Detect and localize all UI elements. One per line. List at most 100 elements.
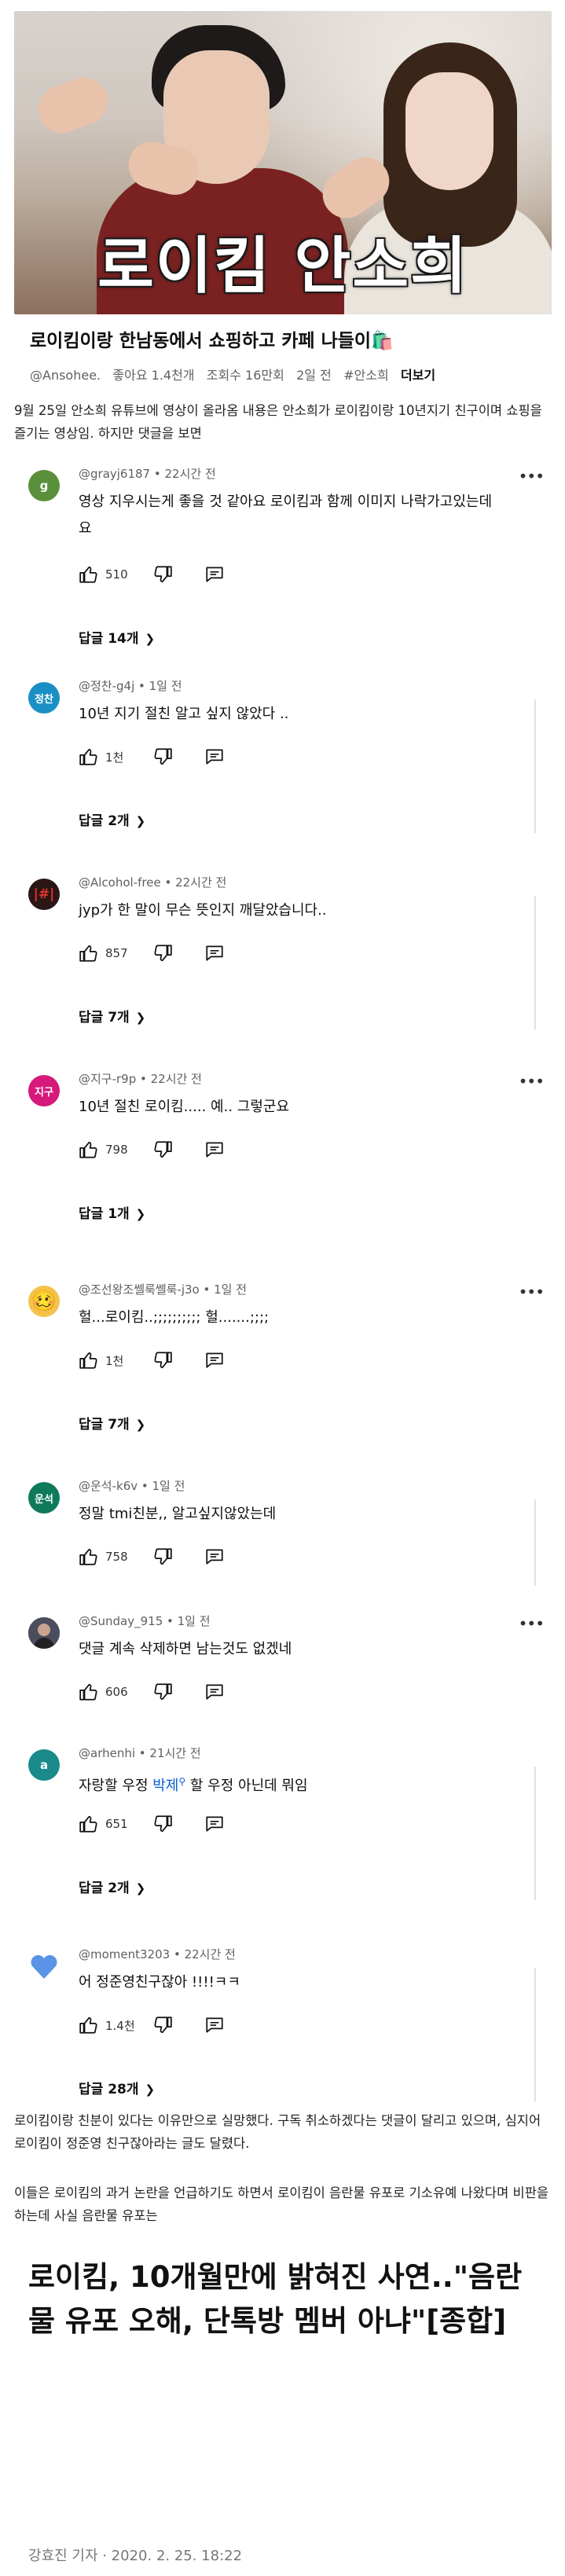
more-options-icon[interactable]: •••: [519, 1282, 545, 1301]
avatar[interactable]: [28, 1950, 60, 1982]
reply-icon[interactable]: [204, 1139, 225, 1160]
comment-author[interactable]: @운석-k6v • 1일 전: [79, 1477, 185, 1494]
avatar[interactable]: 🥴: [28, 1286, 60, 1317]
reply-icon[interactable]: [204, 1547, 225, 1567]
view-replies-button[interactable]: 답글 2개 ❯: [79, 809, 145, 829]
comment-author[interactable]: @Sunday_915 • 1일 전: [79, 1613, 211, 1629]
thumbs-up-icon[interactable]: [79, 1139, 99, 1160]
comment-text: 자랑할 우정 박제⚲ 할 우정 아닌데 뭐임: [79, 1776, 308, 1794]
more-options-icon[interactable]: •••: [519, 1614, 545, 1633]
more-button[interactable]: 더보기: [401, 368, 435, 383]
thumbs-up-icon[interactable]: [79, 1547, 99, 1567]
thumbs-down-icon[interactable]: [152, 564, 173, 585]
comment-text: 정말 tmi친분,, 알고싶지않았는데: [79, 1506, 277, 1522]
thumbs-down-icon[interactable]: [152, 1350, 173, 1371]
thumbs-down-icon[interactable]: [152, 943, 173, 963]
thumbs-down-icon[interactable]: [152, 1814, 173, 1834]
comment-text: 댓글 계속 삭제하면 남는것도 없겠네: [79, 1641, 292, 1657]
avatar[interactable]: 정찬: [28, 682, 60, 714]
thumbnail-person-right-face: [405, 72, 493, 190]
more-options-icon[interactable]: •••: [519, 1072, 545, 1091]
reply-icon[interactable]: [204, 1350, 225, 1371]
search-icon[interactable]: ⚲: [178, 1776, 185, 1787]
reply-icon[interactable]: [204, 943, 225, 963]
thumbs-up-icon[interactable]: [79, 747, 99, 767]
avatar[interactable]: [28, 1617, 60, 1649]
comment-item: a @arhenhi • 21시간 전 자랑할 우정 박제⚲ 할 우정 아닌데 …: [28, 1745, 544, 1933]
comment-author[interactable]: @지구-r9p • 22시간 전: [79, 1070, 202, 1087]
avatar[interactable]: a: [28, 1749, 60, 1781]
thumbs-up-icon[interactable]: [79, 943, 99, 963]
avatar[interactable]: 운석: [28, 1482, 60, 1514]
avatar[interactable]: g: [28, 470, 60, 501]
comment-text: 어 정준영친구잖아 !!!!ㅋㅋ: [79, 1974, 240, 1991]
article-paragraph: 이들은 로이킴의 과거 논란을 언급하기도 하면서 로이킴이 음란물 유포로 기…: [14, 2185, 549, 2223]
like-count: 1.4천: [105, 2018, 135, 2033]
comment-author[interactable]: @정찬-g4j • 1일 전: [79, 677, 182, 694]
comment-actions: 857: [79, 941, 225, 965]
thumbs-up-icon[interactable]: [79, 1814, 99, 1834]
search-keyword-link[interactable]: 박제: [152, 1778, 178, 1794]
news-headline[interactable]: 로이킴, 10개월만에 밝혀진 사연.."음란물 유포 오해, 단톡방 멤버 아…: [28, 2255, 539, 2343]
view-replies-button[interactable]: 답글 7개 ❯: [79, 1413, 145, 1433]
comment-actions: 1천: [79, 1349, 225, 1372]
comment-author[interactable]: @조선왕조쎌룩쎌룩-j3o • 1일 전: [79, 1281, 247, 1297]
comment-author[interactable]: @arhenhi • 21시간 전: [79, 1745, 201, 1761]
comment-item: g @grayj6187 • 22시간 전 ••• 영상 지우시는게 좋을 것 …: [28, 465, 545, 659]
comment-item: 정찬 @정찬-g4j • 1일 전 10년 지기 절친 알고 싶지 않았다 ..…: [28, 677, 544, 866]
reply-icon[interactable]: [204, 2015, 225, 2035]
like-count: 857: [105, 946, 128, 960]
thumbs-down-icon[interactable]: [152, 1547, 173, 1567]
comment-text: 10년 절친 로이킴..... 예.. 그렇군요: [79, 1099, 290, 1115]
thumbs-down-icon[interactable]: [152, 1682, 173, 1702]
like-count-label: 좋아요 1.4천개: [112, 368, 195, 383]
view-replies-button[interactable]: 답글 2개 ❯: [79, 1877, 145, 1896]
thumbs-down-icon[interactable]: [152, 2015, 173, 2035]
view-replies-button[interactable]: 답글 7개 ❯: [79, 1006, 145, 1026]
reply-icon[interactable]: [204, 564, 225, 585]
avatar[interactable]: 지구: [28, 1075, 60, 1106]
comment-actions: 798: [79, 1138, 225, 1161]
thumbs-up-icon[interactable]: [79, 2015, 99, 2035]
comment-author[interactable]: @Alcohol-free • 22시간 전: [79, 874, 226, 890]
like-count: 758: [105, 1550, 128, 1564]
article-paragraph: 로이킴이랑 친분이 있다는 이유만으로 실망했다. 구독 취소하겠다는 댓글이 …: [14, 2113, 541, 2151]
profile-photo-icon: [28, 1617, 60, 1649]
comment-author[interactable]: @moment3203 • 22시간 전: [79, 1946, 236, 1962]
like-count: 510: [105, 567, 128, 582]
channel-handle[interactable]: @Ansohee.: [30, 368, 101, 383]
scroll-indicator: [534, 699, 536, 833]
comment-actions: 1.4천: [79, 2013, 225, 2037]
like-count: 798: [105, 1143, 128, 1157]
reply-icon[interactable]: [204, 747, 225, 767]
hashtag[interactable]: #안소희: [343, 368, 389, 383]
scroll-indicator: [534, 1767, 536, 1900]
video-title[interactable]: 로이킴이랑 한남동에서 쇼핑하고 카페 나들이🛍️: [30, 325, 548, 352]
thumbs-up-icon[interactable]: [79, 564, 99, 585]
thumbnail-overlay-title: 로이킴 안소희: [97, 231, 468, 302]
view-replies-button[interactable]: 답글 28개 ❯: [79, 2078, 155, 2097]
emoji-avatar-icon: 🥴: [31, 1290, 57, 1313]
comment-author[interactable]: @grayj6187 • 22시간 전: [79, 465, 216, 482]
view-replies-button[interactable]: 답글 14개 ❯: [79, 627, 155, 647]
thumbs-up-icon[interactable]: [79, 1350, 99, 1371]
scroll-indicator: [534, 1968, 536, 2101]
comment-actions: 606: [79, 1680, 225, 1704]
reply-icon[interactable]: [204, 1814, 225, 1834]
reply-icon[interactable]: [204, 1682, 225, 1702]
like-count: 651: [105, 1817, 128, 1831]
more-options-icon[interactable]: •••: [519, 467, 545, 486]
thumbs-down-icon[interactable]: [152, 1139, 173, 1160]
avatar[interactable]: |#|: [28, 879, 60, 910]
comment-item: 🥴 @조선왕조쎌룩쎌룩-j3o • 1일 전 ••• 헐...로이킴..;;;;…: [28, 1281, 545, 1470]
thumbs-up-icon[interactable]: [79, 1682, 99, 1702]
upload-age: 2일 전: [296, 368, 332, 383]
like-count: 606: [105, 1685, 128, 1699]
comment-item: @Sunday_915 • 1일 전 ••• 댓글 계속 삭제하면 남는것도 없…: [28, 1613, 545, 1723]
view-replies-button[interactable]: 답글 1개 ❯: [79, 1202, 145, 1222]
scroll-indicator: [534, 896, 536, 1029]
comment-item: |#| @Alcohol-free • 22시간 전 jyp가 한 말이 무슨 …: [28, 874, 544, 1062]
video-thumbnail[interactable]: 로이킴 안소희: [14, 11, 552, 314]
thumbs-down-icon[interactable]: [152, 747, 173, 767]
view-count: 조회수 16만회: [206, 368, 284, 383]
